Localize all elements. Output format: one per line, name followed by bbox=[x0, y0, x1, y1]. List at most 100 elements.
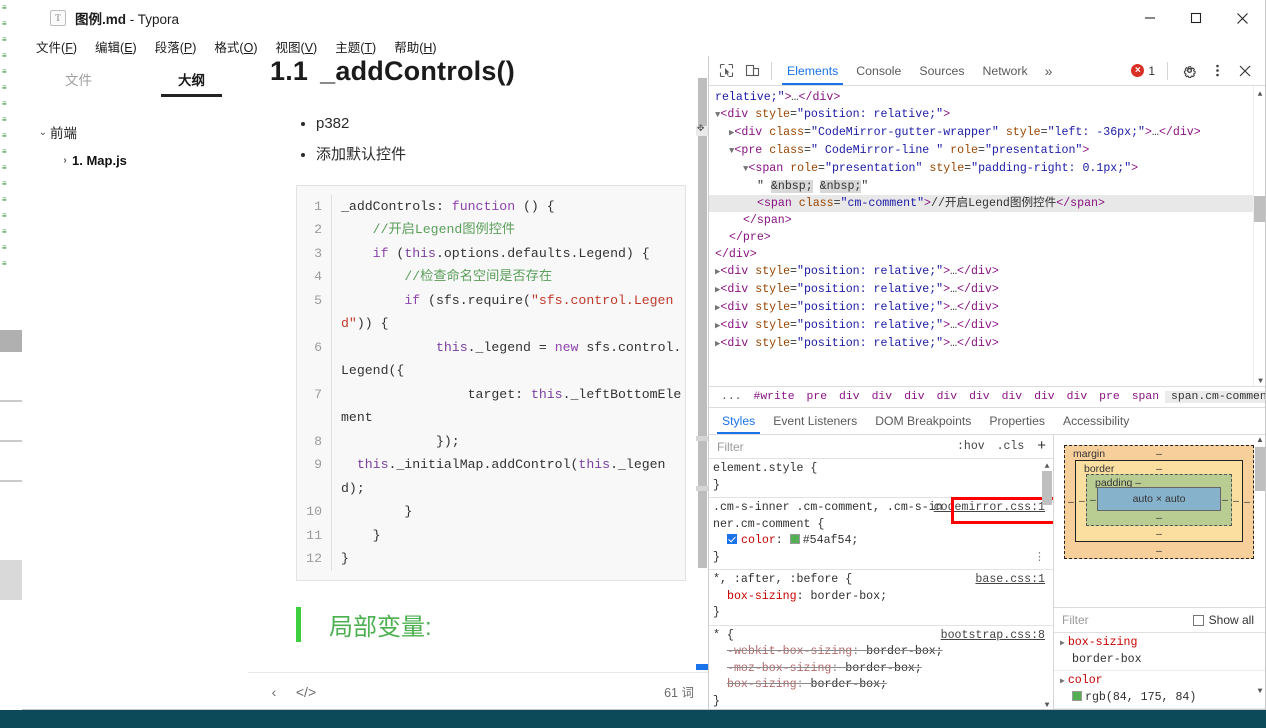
computed-property[interactable]: ▶ color rgb(84, 175, 84) bbox=[1054, 671, 1265, 709]
breadcrumb-item[interactable]: div bbox=[931, 391, 964, 403]
tab-files[interactable]: 文件 bbox=[22, 56, 135, 102]
css-property-name[interactable]: -webkit-box-sizing bbox=[727, 645, 852, 658]
breadcrumb-item[interactable]: span bbox=[1126, 391, 1165, 403]
breadcrumb-item[interactable]: pre bbox=[1093, 391, 1126, 403]
close-devtools-icon[interactable] bbox=[1232, 58, 1258, 84]
tab-accessibility[interactable]: Accessibility bbox=[1054, 408, 1138, 434]
editor-scrollbar[interactable] bbox=[696, 56, 708, 672]
tab-outline[interactable]: 大纲 bbox=[135, 56, 248, 102]
breadcrumb-item[interactable]: div bbox=[1028, 391, 1061, 403]
back-icon[interactable]: ‹ bbox=[258, 684, 290, 700]
outline-item-frontend[interactable]: ⌄ 前端 bbox=[22, 118, 248, 146]
dom-tree-node[interactable]: </pre> bbox=[709, 229, 1265, 246]
box-model-scrollbar-thumb[interactable] bbox=[1255, 447, 1265, 491]
computed-filter-input[interactable]: Filter bbox=[1062, 613, 1193, 627]
breadcrumb-item[interactable]: #write bbox=[748, 391, 801, 403]
menu-theme[interactable]: 主题(T) bbox=[335, 37, 376, 56]
error-badge[interactable]: × 1 bbox=[1131, 64, 1155, 78]
css-rule[interactable]: element.style {} bbox=[709, 459, 1053, 498]
dom-tree-node-selected[interactable]: …<span class="cm-comment">//开启Legend图例控件… bbox=[709, 195, 1265, 212]
menu-paragraph[interactable]: 段落(P) bbox=[155, 37, 197, 56]
box-model-scrollbar[interactable]: ▲ bbox=[1254, 435, 1265, 607]
css-property-value[interactable]: border-box; bbox=[811, 678, 888, 691]
css-property-value[interactable]: border-box; bbox=[866, 645, 943, 658]
border-bottom-value[interactable]: – bbox=[1076, 528, 1242, 540]
show-all-checkbox[interactable]: Show all bbox=[1192, 613, 1265, 627]
declaration-checkbox[interactable] bbox=[727, 534, 737, 544]
border-left-value[interactable]: – bbox=[1079, 495, 1085, 507]
box-model-margin[interactable]: margin – – – – border – – – – padding – … bbox=[1064, 445, 1254, 559]
chevron-down-icon[interactable]: ⌄ bbox=[36, 127, 50, 138]
tab-elements[interactable]: Elements bbox=[778, 56, 847, 85]
css-property-name[interactable]: box-sizing bbox=[727, 678, 797, 691]
styles-scrollbar-thumb[interactable] bbox=[1042, 471, 1052, 505]
breadcrumb-item[interactable]: div bbox=[996, 391, 1029, 403]
padding-bottom-value[interactable]: – bbox=[1087, 512, 1231, 524]
computed-property[interactable]: ▶ box-sizing border-box bbox=[1054, 633, 1265, 671]
breadcrumb-item[interactable]: span.cm-comment bbox=[1165, 391, 1265, 403]
scroll-up-icon[interactable]: ▲ bbox=[1254, 435, 1265, 447]
margin-right-value[interactable]: – bbox=[1244, 496, 1250, 508]
css-property-name[interactable]: color bbox=[741, 534, 776, 547]
css-declaration[interactable]: -webkit-box-sizing: border-box; bbox=[713, 644, 1053, 661]
dom-tree-node[interactable]: ▶<div style="position: relative;">…</div… bbox=[709, 335, 1265, 353]
breadcrumb-item[interactable]: div bbox=[963, 391, 996, 403]
scroll-up-icon[interactable]: ▲ bbox=[1041, 459, 1053, 471]
markdown-editor[interactable]: 1.1 _addControls() p382 添加默认控件 1 _addContr… bbox=[248, 56, 696, 672]
css-rule[interactable]: base.css:1 *, :after, :before {box-sizing… bbox=[709, 570, 1053, 626]
css-property-value[interactable]: #54af54; bbox=[803, 534, 859, 547]
scroll-down-icon[interactable]: ▼ bbox=[1254, 373, 1265, 386]
css-rule[interactable]: bootstrap.css:8 * {-webkit-box-sizing: bo… bbox=[709, 626, 1053, 710]
dom-tree-node[interactable]: ▼<div style="position: relative;"> bbox=[709, 106, 1265, 124]
css-rule[interactable]: codemirror.css:1 .cm-s-inner .cm-comment,… bbox=[709, 498, 1053, 570]
new-style-rule-button[interactable]: + bbox=[1030, 437, 1053, 456]
box-model-content[interactable]: auto × auto bbox=[1097, 487, 1221, 511]
tab-network[interactable]: Network bbox=[974, 56, 1037, 85]
css-rule-source[interactable]: codemirror.css:1 bbox=[934, 500, 1045, 517]
margin-left-value[interactable]: – bbox=[1068, 496, 1074, 508]
breadcrumb-item[interactable]: div bbox=[1061, 391, 1094, 403]
menu-view[interactable]: 视图(V) bbox=[276, 37, 318, 56]
menu-file[interactable]: 文件(F) bbox=[36, 37, 77, 56]
code-block[interactable]: 1 _addControls: function () {2 //开启Legend… bbox=[296, 184, 686, 581]
dom-tree[interactable]: relative;">…</div> ▼<div style="position:… bbox=[709, 86, 1265, 386]
dom-tree-node[interactable]: </span> bbox=[709, 212, 1265, 229]
outline-item-mapjs[interactable]: › 1. Map.js bbox=[22, 146, 248, 174]
css-declaration[interactable]: box-sizing: border-box; bbox=[713, 589, 1053, 606]
breadcrumb-item[interactable]: div bbox=[866, 391, 899, 403]
tab-sources[interactable]: Sources bbox=[910, 56, 973, 85]
show-all-checkbox-box[interactable] bbox=[1192, 614, 1204, 626]
breadcrumb-item[interactable]: div bbox=[898, 391, 931, 403]
expand-triangle-icon[interactable]: ▶ bbox=[1060, 677, 1065, 686]
scroll-up-icon[interactable]: ▲ bbox=[1254, 86, 1265, 99]
computed-scrollbar[interactable]: ▼ bbox=[1254, 633, 1265, 709]
tab-properties[interactable]: Properties bbox=[980, 408, 1054, 434]
tab-event-listeners[interactable]: Event Listeners bbox=[764, 408, 866, 434]
more-options-icon[interactable] bbox=[1204, 58, 1230, 84]
dom-tree-node[interactable]: ▶<div class="CodeMirror-gutter-wrapper" … bbox=[709, 124, 1265, 142]
tab-dom-breakpoints[interactable]: DOM Breakpoints bbox=[866, 408, 980, 434]
margin-top-value[interactable]: – bbox=[1065, 448, 1253, 460]
scroll-down-icon[interactable]: ▼ bbox=[1041, 698, 1053, 709]
menu-help[interactable]: 帮助(H) bbox=[394, 37, 436, 56]
tab-console[interactable]: Console bbox=[847, 56, 910, 85]
css-declaration[interactable]: box-sizing: border-box; bbox=[713, 677, 1053, 694]
dom-tree-node[interactable]: ▶<div style="position: relative;">…</div… bbox=[709, 281, 1265, 299]
css-declaration[interactable]: -moz-box-sizing: border-box; bbox=[713, 661, 1053, 678]
css-property-value[interactable]: border-box; bbox=[811, 590, 888, 603]
css-property-name[interactable]: box-sizing bbox=[727, 590, 797, 603]
box-model-border[interactable]: border – – – – padding – – – – auto × au… bbox=[1075, 460, 1243, 542]
minimize-button[interactable] bbox=[1127, 0, 1173, 36]
css-rule-source[interactable]: bootstrap.css:8 bbox=[941, 628, 1045, 645]
dom-tree-node[interactable]: ▶<div style="position: relative;">…</div… bbox=[709, 299, 1265, 317]
editor-scrollbar-thumb[interactable] bbox=[698, 78, 707, 568]
maximize-button[interactable] bbox=[1173, 0, 1219, 36]
dom-tree-node[interactable]: ▶<div style="position: relative;">…</div… bbox=[709, 263, 1265, 281]
inspect-element-icon[interactable] bbox=[713, 58, 739, 84]
padding-left-value[interactable]: – bbox=[1090, 494, 1096, 506]
dom-tree-node[interactable]: ▼<pre class=" CodeMirror-line " role="pr… bbox=[709, 142, 1265, 160]
margin-bottom-value[interactable]: – bbox=[1065, 545, 1253, 557]
styles-filter-input[interactable]: Filter bbox=[709, 440, 951, 454]
css-selector[interactable]: element.style { bbox=[713, 461, 1053, 478]
styles-scrollbar[interactable]: ▲ ▼ bbox=[1041, 459, 1053, 709]
